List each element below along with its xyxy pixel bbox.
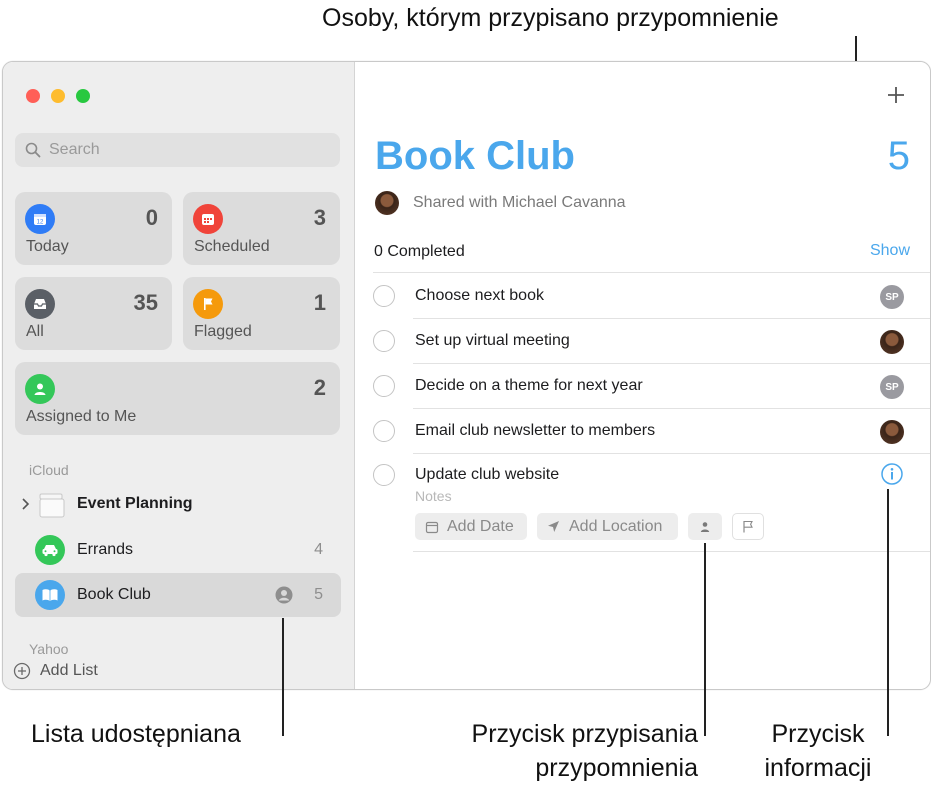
add-date-label: Add Date — [447, 517, 514, 535]
car-icon — [35, 535, 65, 565]
person-icon — [25, 374, 55, 404]
add-list-button[interactable]: Add List — [13, 660, 123, 682]
main-pane: Book Club 5 Shared with Michael Cavanna … — [355, 62, 930, 689]
reminder-row[interactable]: Email club newsletter to members — [355, 409, 930, 454]
shared-list-icon — [275, 586, 293, 604]
assignee-avatar[interactable] — [880, 330, 904, 354]
calendar-grid-icon — [193, 204, 223, 234]
info-icon[interactable] — [880, 462, 904, 486]
today-count: 0 — [145, 205, 158, 230]
flag-icon — [743, 520, 753, 533]
sidebar-item-errands[interactable]: Errands 4 — [15, 528, 341, 572]
shared-with-label: Shared with Michael Cavanna — [413, 194, 626, 211]
flagged-count: 1 — [313, 290, 326, 315]
complete-checkbox[interactable] — [373, 330, 395, 352]
calendar-icon: 12 — [25, 204, 55, 234]
assignee-avatar[interactable]: SP — [880, 285, 904, 309]
reminder-title-input[interactable]: Update club website — [415, 466, 559, 484]
reminder-row[interactable]: Choose next book SP — [355, 274, 930, 319]
plus-circle-icon — [13, 662, 31, 680]
add-list-label: Add List — [40, 662, 98, 679]
add-reminder-button[interactable] — [886, 85, 906, 105]
divider — [373, 272, 930, 273]
reminder-title: Decide on a theme for next year — [415, 377, 643, 394]
assignee-avatar[interactable]: SP — [880, 375, 904, 399]
flagged-label: Flagged — [194, 323, 252, 340]
reminder-title: Set up virtual meeting — [415, 332, 570, 349]
callout-line-shared-list — [282, 618, 284, 736]
show-completed-button[interactable]: Show — [870, 242, 910, 260]
all-label: All — [26, 323, 44, 340]
sidebar-item-count: 5 — [314, 586, 323, 603]
minimize-window-button[interactable] — [51, 89, 65, 103]
reminders-window: Search 12 0 Today 3 Scheduled 35 All 1 F… — [2, 61, 931, 690]
callout-assignees: Osoby, którym przypisano przypomnienie — [322, 4, 779, 32]
list-count: 5 — [887, 134, 910, 178]
sidebar-item-label: Event Planning — [77, 495, 193, 512]
smart-list-today[interactable]: 12 0 Today — [15, 192, 172, 265]
smart-list-all[interactable]: 35 All — [15, 277, 172, 350]
add-location-button[interactable]: Add Location — [537, 513, 678, 540]
sidebar: Search 12 0 Today 3 Scheduled 35 All 1 F… — [3, 62, 355, 689]
callout-line-info-button — [887, 489, 889, 736]
section-yahoo: Yahoo — [29, 641, 69, 657]
all-count: 35 — [133, 290, 158, 315]
complete-checkbox[interactable] — [373, 285, 395, 307]
assignee-avatar[interactable] — [880, 420, 904, 444]
list-title: Book Club — [375, 134, 575, 178]
sidebar-item-count: 4 — [314, 541, 323, 558]
callout-shared-list: Lista udostępniana — [31, 720, 241, 748]
complete-checkbox[interactable] — [373, 420, 395, 442]
chevron-right-icon[interactable] — [21, 498, 31, 510]
search-input[interactable]: Search — [15, 133, 340, 167]
section-icloud: iCloud — [29, 462, 69, 478]
today-label: Today — [26, 238, 69, 255]
flag-button[interactable] — [732, 513, 764, 540]
assigned-count: 2 — [313, 375, 326, 400]
person-icon — [700, 521, 710, 532]
smart-list-assigned-to-me[interactable]: 2 Assigned to Me — [15, 362, 340, 435]
sidebar-group-event-planning[interactable]: Event Planning — [15, 482, 341, 526]
sidebar-item-book-club[interactable]: Book Club 5 — [15, 573, 341, 617]
callout-assign-button: Przycisk przypisania przypomnienia — [471, 720, 698, 782]
scheduled-label: Scheduled — [194, 238, 270, 255]
smart-list-scheduled[interactable]: 3 Scheduled — [183, 192, 340, 265]
calendar-icon — [425, 521, 439, 533]
add-date-button[interactable]: Add Date — [415, 513, 527, 540]
smart-list-flagged[interactable]: 1 Flagged — [183, 277, 340, 350]
tray-icon — [25, 289, 55, 319]
reminder-title: Choose next book — [415, 287, 544, 304]
svg-text:12: 12 — [37, 220, 44, 226]
complete-checkbox[interactable] — [373, 375, 395, 397]
callout-line-assign-button — [704, 543, 706, 736]
location-arrow-icon — [548, 521, 559, 532]
reminder-title: Email club newsletter to members — [415, 422, 656, 439]
assign-reminder-button[interactable] — [688, 513, 722, 540]
callout-info-button: Przycisk informacji — [764, 720, 872, 782]
scheduled-count: 3 — [313, 205, 326, 230]
flag-icon — [193, 289, 223, 319]
reminder-row[interactable]: Set up virtual meeting — [355, 319, 930, 364]
book-icon — [35, 580, 65, 610]
completed-count: 0 Completed — [374, 243, 465, 260]
zoom-window-button[interactable] — [76, 89, 90, 103]
reminder-notes-input[interactable]: Notes — [415, 488, 452, 504]
add-location-label: Add Location — [569, 517, 663, 535]
divider — [413, 551, 930, 552]
shared-user-avatar — [375, 191, 399, 215]
reminder-row[interactable]: Decide on a theme for next year SP — [355, 364, 930, 409]
sidebar-item-label: Book Club — [77, 586, 151, 603]
complete-checkbox[interactable] — [373, 464, 395, 486]
assigned-label: Assigned to Me — [26, 408, 137, 425]
close-window-button[interactable] — [26, 89, 40, 103]
folder-icon — [39, 493, 65, 518]
search-placeholder: Search — [49, 141, 100, 158]
sidebar-item-label: Errands — [77, 541, 134, 558]
search-icon — [25, 142, 41, 158]
